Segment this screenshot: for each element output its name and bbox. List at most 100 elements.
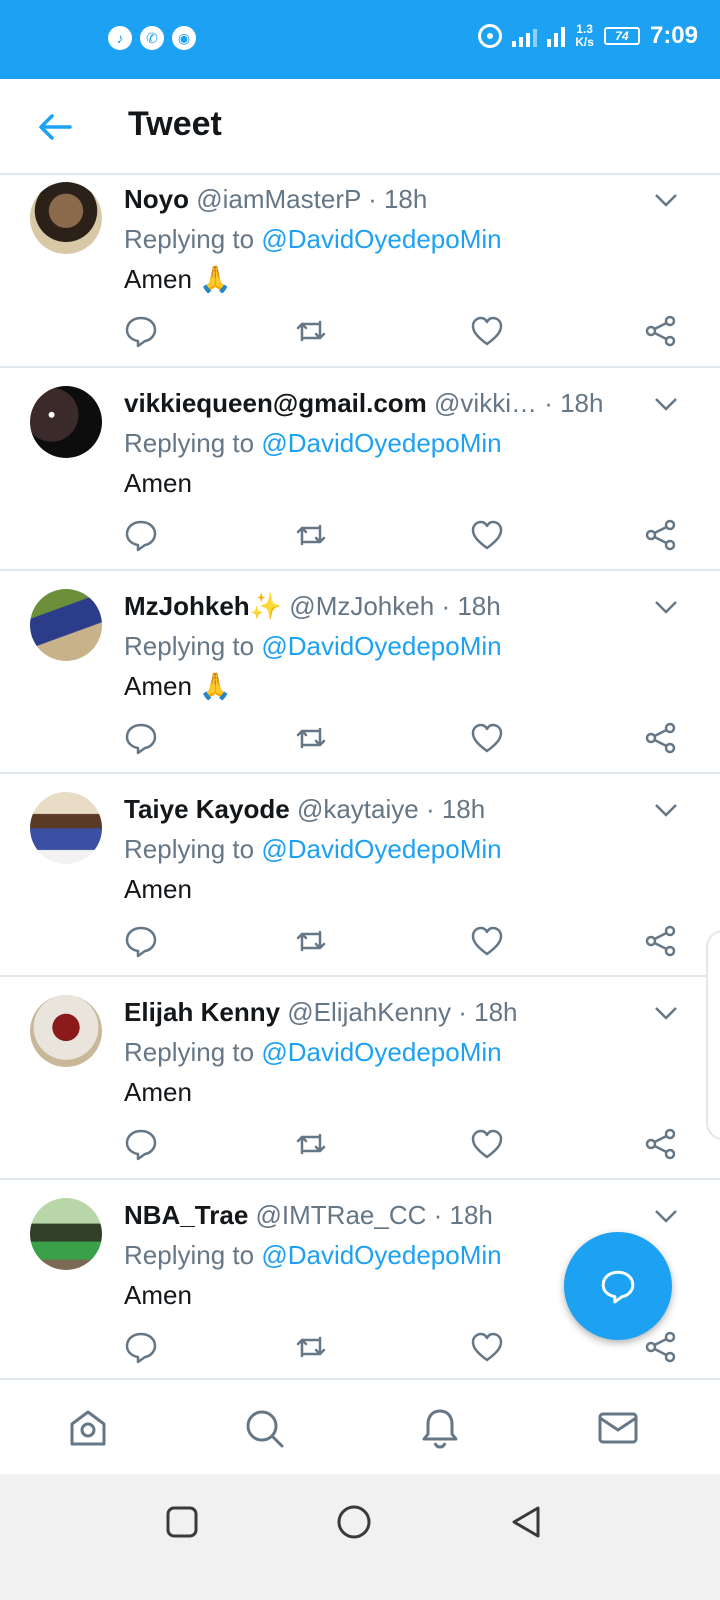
chevron-down-icon[interactable] [652,597,680,617]
retweet-icon[interactable] [294,924,328,958]
mention-link[interactable]: @DavidOyedepoMin [261,428,501,458]
chevron-down-icon[interactable] [652,1003,680,1023]
back-system-button[interactable] [506,1502,546,1542]
tweet-actions [124,1127,684,1163]
reply-icon[interactable] [124,1330,158,1364]
tweet-header: MzJohkeh✨ @MzJohkeh · 18h [124,591,501,622]
like-icon[interactable] [470,518,504,552]
replying-to-label: Replying to [124,1037,255,1067]
tweet-time: · 18h [441,591,501,621]
tweet-time: · 18h [368,184,428,214]
like-icon[interactable] [470,1330,504,1364]
user-name[interactable]: Taiye Kayode [124,794,290,824]
avatar[interactable] [30,792,102,864]
avatar[interactable] [30,995,102,1067]
replying-to: Replying to @DavidOyedepoMin [124,834,502,865]
replying-to-label: Replying to [124,834,255,864]
user-name[interactable]: Elijah Kenny [124,997,280,1027]
user-name[interactable]: Noyo [124,184,189,214]
user-name[interactable]: MzJohkeh✨ [124,591,282,621]
notification-icons: ♪ ✆ ◉ [108,26,196,50]
reply-icon[interactable] [124,924,158,958]
hotspot-status-icon [478,24,503,48]
retweet-icon[interactable] [294,314,328,348]
retweet-icon[interactable] [294,721,328,755]
system-indicators: 1.3 K/s 74 7:09 [478,22,698,50]
like-icon[interactable] [470,1127,504,1161]
compose-reply-button[interactable] [564,1232,672,1340]
tweet-item[interactable]: vikkiequeen@gmail.com @vikki… · 18h Repl… [0,368,720,571]
user-handle: @IMTRae_CC [255,1200,427,1230]
signal-icon [512,25,538,47]
replying-to: Replying to @DavidOyedepoMin [124,224,502,255]
music-icon: ♪ [108,26,132,50]
mention-link[interactable]: @DavidOyedepoMin [261,834,501,864]
share-icon[interactable] [644,924,678,958]
app-header: Tweet [0,79,720,175]
retweet-icon[interactable] [294,1127,328,1161]
nav-search[interactable] [242,1406,286,1450]
mention-link[interactable]: @DavidOyedepoMin [261,1240,501,1270]
mention-link[interactable]: @DavidOyedepoMin [261,631,501,661]
nav-home[interactable] [66,1406,110,1450]
retweet-icon[interactable] [294,518,328,552]
share-icon[interactable] [644,518,678,552]
recents-button[interactable] [162,1502,202,1542]
reply-icon[interactable] [124,1127,158,1161]
like-icon[interactable] [470,721,504,755]
user-handle: @ElijahKenny [287,997,451,1027]
tweet-text: Amen [124,1077,192,1107]
user-handle: @kaytaiye [296,794,419,824]
compose-reply-icon [601,1270,635,1304]
tweet-item[interactable]: Noyo @iamMasterP · 18h Replying to @Davi… [0,176,720,368]
reply-icon[interactable] [124,518,158,552]
chevron-down-icon[interactable] [652,190,680,210]
chevron-down-icon[interactable] [652,394,680,414]
tweet-header: NBA_Trae @IMTRae_CC · 18h [124,1200,493,1231]
search-icon [246,1410,284,1448]
replies-feed[interactable]: Noyo @iamMasterP · 18h Replying to @Davi… [0,176,720,1376]
chevron-down-icon[interactable] [652,800,680,820]
avatar[interactable] [30,386,102,458]
recents-icon [166,1506,198,1538]
user-handle: @MzJohkeh [289,591,435,621]
retweet-icon[interactable] [294,1330,328,1364]
tweet-text: Amen [124,874,192,904]
like-icon[interactable] [470,924,504,958]
tweet-actions [124,721,684,757]
avatar[interactable] [30,589,102,661]
user-name[interactable]: vikkiequeen@gmail.com [124,388,427,418]
tweet-header: Noyo @iamMasterP · 18h [124,184,427,215]
nav-notifications[interactable] [418,1406,462,1450]
chevron-down-icon[interactable] [652,1206,680,1226]
mention-link[interactable]: @DavidOyedepoMin [261,1037,501,1067]
nav-messages[interactable] [596,1406,640,1450]
tweet-header: vikkiequeen@gmail.com @vikki… · 18h [124,388,603,419]
arrow-left-icon [39,114,72,140]
mention-link[interactable]: @DavidOyedepoMin [261,224,501,254]
notifications-icon [422,1409,458,1449]
share-icon[interactable] [644,1330,678,1364]
home-system-button[interactable] [334,1502,374,1542]
network-speed: 1.3 K/s [575,23,594,49]
like-icon[interactable] [470,314,504,348]
tweet-text: Amen [124,1280,192,1310]
share-icon[interactable] [644,1127,678,1161]
back-button[interactable] [32,105,80,149]
avatar[interactable] [30,182,102,254]
edge-panel-handle[interactable] [706,930,720,1140]
share-icon[interactable] [644,314,678,348]
avatar[interactable] [30,1198,102,1270]
system-navigation-bar [0,1474,720,1600]
share-icon[interactable] [644,721,678,755]
status-bar: ♪ ✆ ◉ 1.3 K/s 74 7:09 [0,0,720,79]
user-name[interactable]: NBA_Trae [124,1200,248,1230]
signal-icon-2 [547,25,566,47]
replying-to: Replying to @DavidOyedepoMin [124,428,502,459]
tweet-item[interactable]: MzJohkeh✨ @MzJohkeh · 18h Replying to @D… [0,571,720,774]
tweet-text: Amen 🙏 [124,264,232,294]
reply-icon[interactable] [124,721,158,755]
tweet-item[interactable]: Elijah Kenny @ElijahKenny · 18h Replying… [0,977,720,1180]
reply-icon[interactable] [124,314,158,348]
tweet-item[interactable]: Taiye Kayode @kaytaiye · 18h Replying to… [0,774,720,977]
